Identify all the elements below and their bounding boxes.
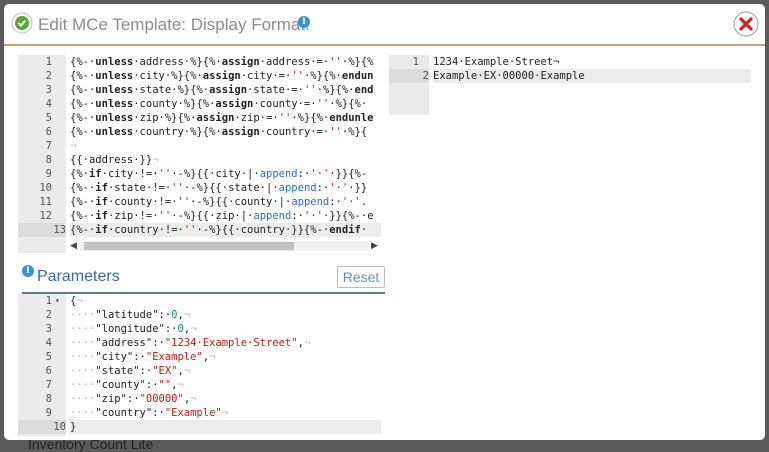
dialog-header: Edit MCe Template: Display Format: i	[4, 4, 765, 46]
scrollbar-thumb[interactable]	[84, 242, 294, 250]
json-line: ····"latitude":·0,¬	[70, 309, 191, 321]
code-line: {%-·unless·county·%}{%·assign·county·=·'…	[70, 98, 368, 110]
line-number: 12	[39, 210, 52, 222]
parameters-gutter: 1 ▾ 2 3 4 5 6 7 8 9 10	[18, 294, 66, 436]
json-line: ····"state":·"EX",¬	[70, 365, 191, 377]
code-line: {%-·unless·state·%}{%·assign·state·=·''·…	[70, 84, 374, 96]
close-icon[interactable]	[733, 11, 759, 37]
line-number: 2	[389, 69, 429, 83]
code-line: {%-·unless·city·%}{%·assign·city·=·''·%}…	[70, 70, 374, 82]
line-number: 3	[45, 84, 52, 96]
line-number: 7	[45, 140, 52, 152]
code-line: {%-·if·zip·!=·''·-%}{{·zip·|·append:·'·'…	[70, 210, 374, 222]
parameters-json-editor[interactable]: 1 ▾ 2 3 4 5 6 7 8 9 10 {¬ ····"latitude"…	[18, 294, 381, 436]
template-code-editor[interactable]: 1 2 3 4 5 6 7 8 9 10 11 12 13 {%-·unless…	[18, 55, 381, 253]
info-icon[interactable]: i	[22, 265, 34, 277]
template-gutter: 1 2 3 4 5 6 7 8 9 10 11 12 13	[18, 55, 66, 253]
line-number: 6	[45, 365, 52, 377]
code-line: {%-·if·county·!=·''·-%}{{·county·|·appen…	[70, 196, 368, 208]
line-number: 8	[45, 393, 52, 405]
preview-line: Example·EX·00000·Example	[433, 69, 751, 83]
scroll-right-arrow[interactable]: ▶	[371, 240, 378, 251]
check-circle-icon	[11, 12, 33, 34]
preview-output-editor[interactable]: 1 2 1234·Example·Street¬ Example·EX·0000…	[389, 55, 751, 115]
code-line: {%-·unless·zip·%}{%·assign·zip·=·''·%}{%…	[70, 112, 374, 124]
dialog-title: Edit MCe Template: Display Format:	[38, 15, 310, 34]
json-line: ····"city":·"Example",¬	[70, 351, 216, 363]
reset-button[interactable]: Reset	[337, 266, 385, 288]
horizontal-scrollbar[interactable]	[80, 241, 370, 251]
json-line: ····"longitude":·0,¬	[70, 323, 197, 335]
parameters-title: Parameters	[37, 268, 120, 285]
preview-gutter: 1 2	[389, 55, 429, 115]
line-number: 11	[39, 196, 52, 208]
json-line: }	[70, 420, 381, 434]
edit-template-dialog: Edit MCe Template: Display Format: i 1 2…	[4, 4, 765, 440]
code-line: {%-·if·country·!=·''·-%}{{·country·}}{%-…	[70, 223, 381, 237]
line-number: 1	[412, 56, 419, 68]
line-number: 13	[18, 223, 66, 237]
preview-line: 1234·Example·Street¬	[433, 56, 560, 68]
line-number: 10	[39, 182, 52, 194]
fold-icon[interactable]: ▾	[55, 294, 60, 308]
line-number: 9	[45, 407, 52, 419]
json-line: ····"county":·"",¬	[70, 379, 184, 391]
line-number: 1	[45, 295, 52, 307]
code-line: {%-·unless·address·%}{%·assign·address·=…	[70, 56, 374, 68]
json-line: {¬	[70, 295, 83, 307]
code-line: {%·if·city·!=·''·-%}{{·city·|·append:·'·…	[70, 168, 368, 180]
json-line: ····"address":·"1234·Example·Street",¬	[70, 337, 311, 349]
line-number: 9	[45, 168, 52, 180]
code-line: {%-·if·state·!=·''·-%}{{·state·|·append:…	[70, 182, 368, 194]
line-number: 1	[45, 56, 52, 68]
line-number: 7	[45, 379, 52, 391]
line-number: 4	[45, 337, 52, 349]
scroll-left-arrow[interactable]: ◀	[70, 240, 77, 251]
line-number: 2	[45, 70, 52, 82]
line-number: 10	[18, 420, 66, 434]
code-line: {%-·unless·country·%}{%·assign·country·=…	[70, 126, 368, 138]
code-line: {{·address·}}¬	[70, 154, 159, 166]
line-number: 3	[45, 323, 52, 335]
line-number: 8	[45, 154, 52, 166]
line-number: 4	[45, 98, 52, 110]
json-line: ····"country":·"Example"¬	[70, 407, 229, 419]
line-number: 5	[45, 351, 52, 363]
line-number: 6	[45, 126, 52, 138]
line-number: 5	[45, 112, 52, 124]
line-number: 2	[45, 309, 52, 321]
code-line: ¬	[70, 140, 77, 152]
info-icon[interactable]: i	[298, 16, 310, 28]
json-line: ····"zip":·"00000",¬	[70, 393, 197, 405]
